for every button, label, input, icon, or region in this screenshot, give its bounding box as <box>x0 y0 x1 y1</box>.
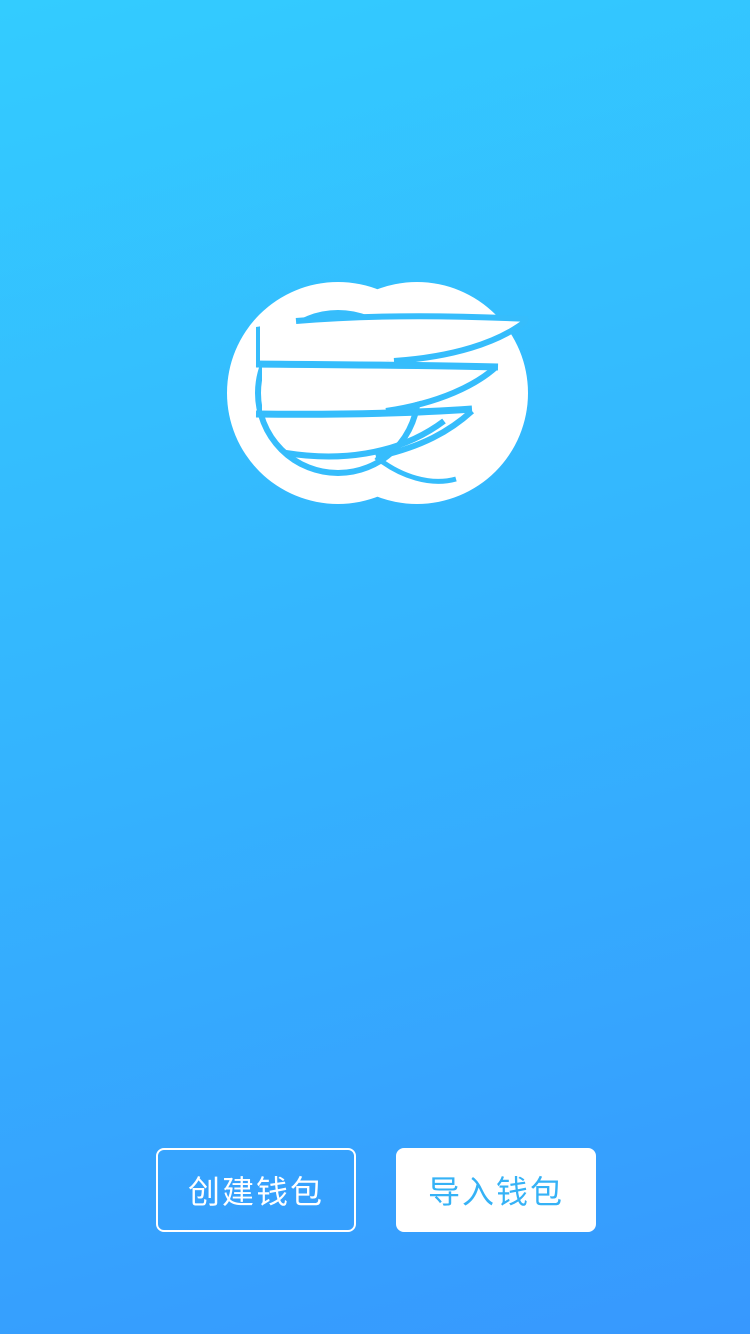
import-wallet-button[interactable]: 导入钱包 <box>396 1148 596 1232</box>
wing-coin-logo-icon <box>226 281 530 505</box>
welcome-screen: 创建钱包 导入钱包 <box>0 0 750 1334</box>
import-wallet-label: 导入钱包 <box>427 1173 564 1211</box>
create-wallet-button[interactable]: 创建钱包 <box>156 1148 356 1232</box>
create-wallet-label: 创建钱包 <box>187 1173 324 1211</box>
